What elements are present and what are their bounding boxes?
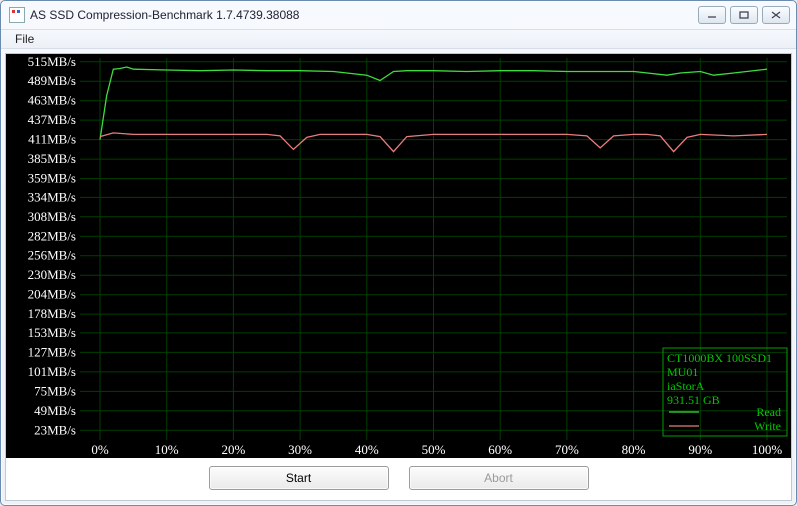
button-row: Start Abort (6, 462, 791, 500)
svg-text:127MB/s: 127MB/s (28, 344, 76, 359)
svg-text:20%: 20% (221, 442, 245, 457)
svg-text:282MB/s: 282MB/s (28, 228, 76, 243)
app-window: AS SSD Compression-Benchmark 1.7.4739.38… (0, 0, 797, 506)
svg-text:40%: 40% (355, 442, 379, 457)
svg-text:411MB/s: 411MB/s (28, 132, 76, 147)
svg-text:Read: Read (756, 405, 781, 419)
svg-text:204MB/s: 204MB/s (28, 287, 76, 302)
svg-text:iaStorA: iaStorA (667, 379, 705, 393)
svg-text:90%: 90% (688, 442, 712, 457)
start-button[interactable]: Start (209, 466, 389, 490)
maximize-button[interactable] (730, 6, 758, 24)
compression-chart: 23MB/s 49MB/s 75MB/s 101MB/s 127MB/s 153MB/s 1… (6, 54, 791, 458)
svg-text:101MB/s: 101MB/s (28, 364, 76, 379)
svg-text:50%: 50% (422, 442, 446, 457)
svg-text:359MB/s: 359MB/s (28, 171, 76, 186)
svg-text:308MB/s: 308MB/s (28, 209, 76, 224)
menu-file[interactable]: File (9, 30, 40, 48)
content-pane: 23MB/s 49MB/s 75MB/s 101MB/s 127MB/s 153MB/s 1… (5, 53, 792, 501)
svg-text:515MB/s: 515MB/s (28, 54, 76, 69)
svg-text:60%: 60% (488, 442, 512, 457)
svg-text:49MB/s: 49MB/s (34, 403, 76, 418)
menubar: File (1, 29, 796, 49)
minimize-button[interactable] (698, 6, 726, 24)
svg-text:30%: 30% (288, 442, 312, 457)
window-title: AS SSD Compression-Benchmark 1.7.4739.38… (30, 8, 299, 22)
svg-text:75MB/s: 75MB/s (34, 383, 76, 398)
svg-text:178MB/s: 178MB/s (28, 306, 76, 321)
abort-button[interactable]: Abort (409, 466, 589, 490)
close-button[interactable] (762, 6, 790, 24)
svg-text:931.51 GB: 931.51 GB (667, 393, 720, 407)
svg-text:80%: 80% (622, 442, 646, 457)
svg-text:385MB/s: 385MB/s (28, 151, 76, 166)
svg-text:230MB/s: 230MB/s (28, 267, 76, 282)
svg-text:70%: 70% (555, 442, 579, 457)
svg-text:Write: Write (754, 419, 781, 433)
svg-text:10%: 10% (155, 442, 179, 457)
window-controls (698, 6, 790, 24)
svg-text:23MB/s: 23MB/s (34, 422, 76, 437)
titlebar: AS SSD Compression-Benchmark 1.7.4739.38… (1, 1, 796, 29)
svg-text:153MB/s: 153MB/s (28, 325, 76, 340)
svg-text:100%: 100% (752, 442, 783, 457)
svg-text:CT1000BX 100SSD1: CT1000BX 100SSD1 (667, 351, 772, 365)
svg-text:0%: 0% (91, 442, 109, 457)
svg-text:256MB/s: 256MB/s (28, 248, 76, 263)
svg-text:463MB/s: 463MB/s (28, 93, 76, 108)
svg-text:334MB/s: 334MB/s (28, 189, 76, 204)
svg-text:MU01: MU01 (667, 365, 698, 379)
svg-text:437MB/s: 437MB/s (28, 112, 76, 127)
app-icon (9, 7, 25, 23)
svg-text:489MB/s: 489MB/s (28, 73, 76, 88)
chart-area: 23MB/s 49MB/s 75MB/s 101MB/s 127MB/s 153MB/s 1… (6, 54, 791, 458)
